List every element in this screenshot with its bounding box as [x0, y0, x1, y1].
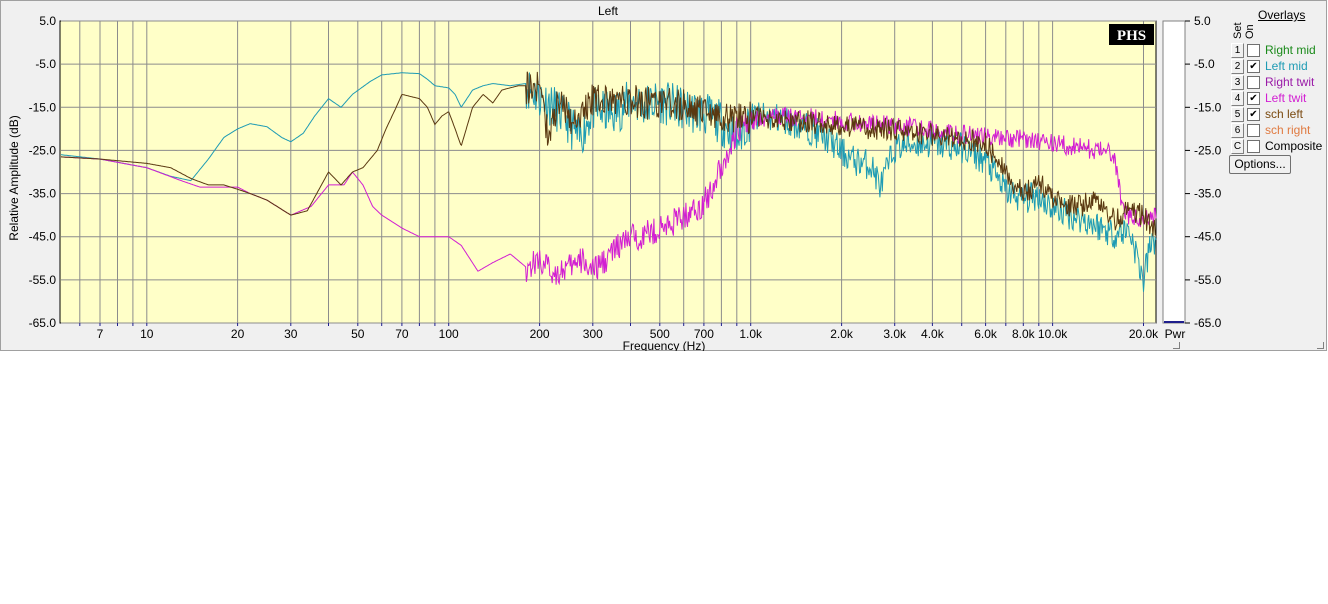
overlay-set-button[interactable]: 2: [1231, 59, 1244, 74]
x-tick-label: 6.0k: [974, 327, 998, 341]
window-resize-grip[interactable]: [1317, 342, 1324, 349]
x-tick-label: 50: [351, 327, 365, 341]
overlay-row-3: 3 Right twit: [1231, 75, 1328, 90]
overlay-row-1: 1 Right mid: [1231, 43, 1328, 58]
x-tick-label: 20.0k: [1129, 327, 1159, 341]
y-tick-label-right: -35.0: [1194, 187, 1222, 201]
y-tick-label: -65.0: [29, 316, 57, 330]
overlay-checkbox[interactable]: [1247, 44, 1260, 57]
x-tick-label: 10.0k: [1038, 327, 1068, 341]
y-tick-label: -5.0: [35, 57, 56, 71]
y-tick-label-right: -65.0: [1194, 316, 1222, 330]
y-tick-label: -55.0: [29, 273, 57, 287]
overlay-label: Right mid: [1265, 43, 1316, 57]
y-tick-label: -35.0: [29, 187, 57, 201]
overlay-row-4: 4 ✔ Left twit: [1231, 91, 1328, 106]
overlay-row-C: C Composite: [1231, 139, 1328, 154]
x-tick-label: 300: [583, 327, 603, 341]
overlay-set-button[interactable]: 3: [1231, 75, 1244, 90]
options-button[interactable]: Options...: [1229, 155, 1291, 174]
overlay-row-2: 2 ✔ Left mid: [1231, 59, 1328, 74]
y-tick-label: -45.0: [29, 230, 57, 244]
analyzer-window: 7 10 20 30 50 70 100 200 300 500 700 1.0k 2.0k 3.0k 4.…: [0, 0, 1327, 351]
overlay-checkbox[interactable]: [1247, 76, 1260, 89]
x-tick-label: 8.0k: [1012, 327, 1036, 341]
overlays-panel: Overlays Set On 1 Right mid 2 ✔ Left mid 3 Rig…: [1227, 5, 1327, 175]
overlay-checkbox[interactable]: [1247, 124, 1260, 137]
overlay-checkbox[interactable]: [1247, 140, 1260, 153]
pwr-meter: [1162, 20, 1186, 324]
x-tick-label: 10: [140, 327, 154, 341]
y-tick-label: -15.0: [29, 100, 57, 114]
overlay-row-6: 6 sch right: [1231, 123, 1328, 138]
chart-title: Left: [598, 4, 619, 18]
overlay-checkbox[interactable]: ✔: [1247, 60, 1260, 73]
overlay-label: Left twit: [1265, 91, 1307, 105]
x-tick-label: 20: [231, 327, 245, 341]
overlay-label: Left mid: [1265, 59, 1308, 73]
overlay-set-button[interactable]: 4: [1231, 91, 1244, 106]
y-tick-label: 5.0: [39, 14, 56, 28]
overlay-checkbox[interactable]: ✔: [1247, 92, 1260, 105]
pwr-label: Pwr: [1165, 327, 1186, 341]
x-tick-label: 100: [439, 327, 459, 341]
x-tick-label: 3.0k: [883, 327, 907, 341]
set-column-header: Set: [1232, 22, 1244, 39]
on-column-header: On: [1244, 24, 1256, 39]
y-tick-label: -25.0: [29, 143, 57, 157]
x-tick-label: 1.0k: [739, 327, 763, 341]
x-tick-label: 30: [284, 327, 298, 341]
overlay-label: sch left: [1265, 107, 1304, 121]
overlay-checkbox[interactable]: ✔: [1247, 108, 1260, 121]
overlay-row-5: 5 ✔ sch left: [1231, 107, 1328, 122]
y-axis-label: Relative Amplitude (dB): [7, 115, 21, 240]
overlay-set-button[interactable]: 1: [1231, 43, 1244, 58]
x-tick-label: 200: [530, 327, 550, 341]
overlay-label: Composite: [1265, 139, 1323, 153]
overlay-label: sch right: [1265, 123, 1311, 137]
overlay-set-button[interactable]: 6: [1231, 123, 1244, 138]
frequency-response-chart: 7 10 20 30 50 70 100 200 300 500 700 1.0k 2.0k 3.0k 4.…: [7, 4, 1222, 351]
phs-logo: PHS: [1109, 24, 1154, 45]
x-tick-label: 4.0k: [921, 327, 945, 341]
overlays-title: Overlays: [1258, 8, 1306, 22]
overlay-set-button[interactable]: C: [1231, 139, 1244, 154]
x-tick-label: 2.0k: [830, 327, 854, 341]
y-tick-label-right: -45.0: [1194, 230, 1222, 244]
y-tick-label-right: -5.0: [1194, 57, 1215, 71]
x-tick-label: 7: [97, 327, 104, 341]
phs-logo-text: PHS: [1117, 28, 1146, 44]
x-axis-label: Frequency (Hz): [623, 339, 706, 351]
overlay-label: Right twit: [1265, 75, 1315, 89]
y-tick-label-right: -25.0: [1194, 143, 1222, 157]
overlay-set-button[interactable]: 5: [1231, 107, 1244, 122]
pwr-resize-grip[interactable]: [1173, 342, 1180, 349]
x-tick-label: 70: [395, 327, 409, 341]
y-tick-label-right: -15.0: [1194, 100, 1222, 114]
y-tick-label-right: 5.0: [1194, 14, 1211, 28]
y-tick-label-right: -55.0: [1194, 273, 1222, 287]
